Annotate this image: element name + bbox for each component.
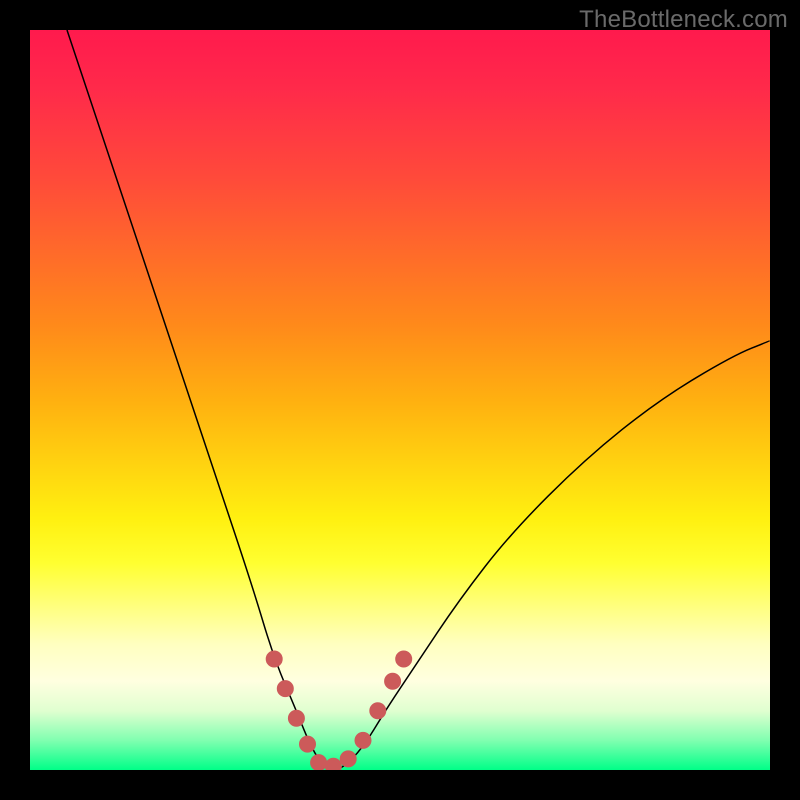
marker-dot	[311, 755, 327, 770]
marker-dot	[385, 673, 401, 689]
marker-dot	[300, 736, 316, 752]
marker-dot	[266, 651, 282, 667]
marker-dot	[370, 703, 386, 719]
highlight-markers	[266, 651, 412, 770]
bottleneck-curve-line	[67, 30, 770, 770]
marker-dot	[288, 710, 304, 726]
marker-dot	[396, 651, 412, 667]
watermark-text: TheBottleneck.com	[579, 6, 788, 34]
chart-plot-area	[30, 30, 770, 770]
marker-dot	[277, 681, 293, 697]
marker-dot	[325, 758, 341, 770]
chart-svg	[30, 30, 770, 770]
marker-dot	[340, 751, 356, 767]
marker-dot	[355, 732, 371, 748]
